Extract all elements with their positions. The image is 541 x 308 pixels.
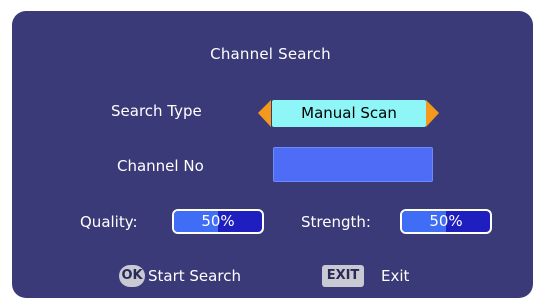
quality-value: 50% (201, 212, 235, 230)
quality-meter: 50% (172, 209, 264, 234)
strength-meter: 50% (400, 209, 492, 234)
left-arrow-icon[interactable] (258, 100, 271, 127)
channel-no-label: Channel No (117, 157, 204, 175)
screen: Channel Search Search Type Manual Scan C… (0, 0, 541, 308)
start-search-label: Start Search (148, 267, 241, 285)
ok-button-icon[interactable]: OK (119, 265, 145, 287)
quality-label: Quality: (80, 213, 138, 231)
channel-no-input[interactable] (273, 147, 433, 182)
search-type-label: Search Type (111, 102, 202, 120)
strength-value: 50% (429, 212, 463, 230)
strength-label: Strength: (301, 213, 371, 231)
search-type-selector[interactable]: Manual Scan (272, 100, 426, 127)
exit-label: Exit (381, 267, 410, 285)
page-title: Channel Search (210, 45, 331, 63)
exit-button-icon[interactable]: EXIT (322, 265, 364, 287)
right-arrow-icon[interactable] (426, 100, 439, 127)
